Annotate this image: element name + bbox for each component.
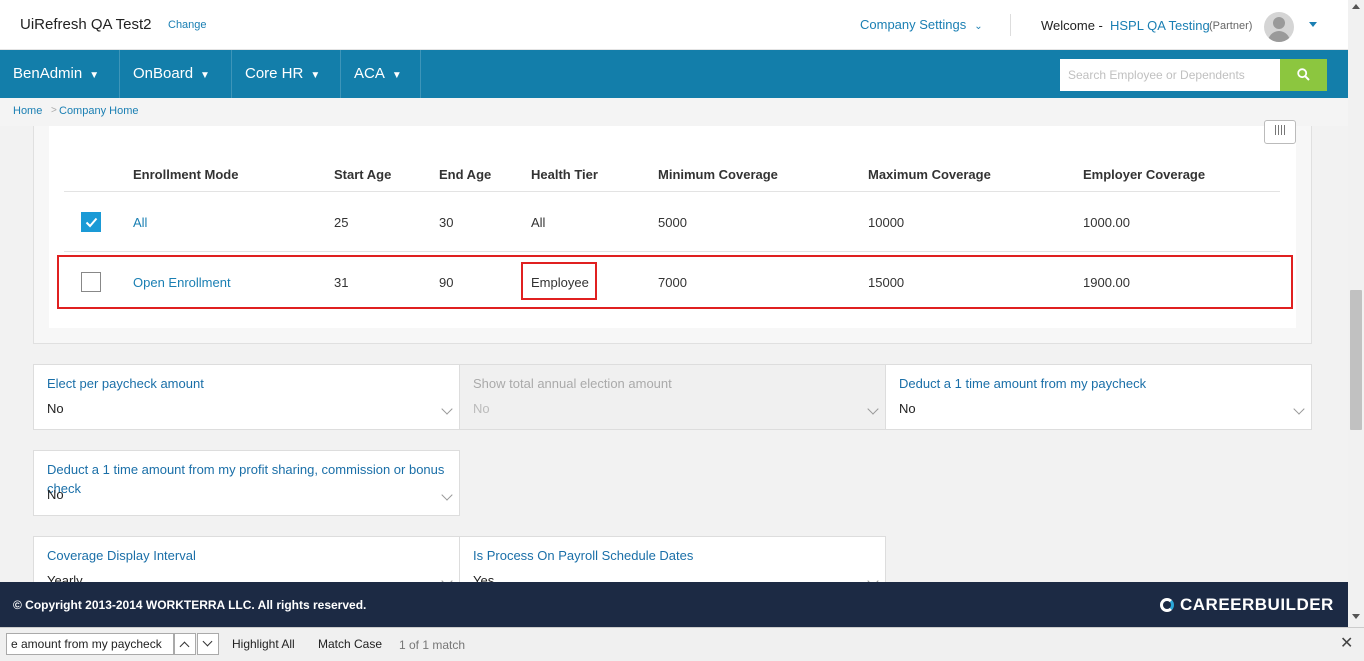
row-checkbox[interactable] xyxy=(81,212,101,232)
chevron-down-icon: ▼ xyxy=(200,70,210,81)
brand-name: CAREERBUILDER xyxy=(1180,595,1334,614)
chevron-down-icon xyxy=(867,403,879,415)
col-header-health-tier: Health Tier xyxy=(531,167,598,182)
breadcrumb: Home > Company Home xyxy=(0,98,1348,126)
scroll-up-icon[interactable] xyxy=(1352,4,1360,9)
employer-coverage-cell: 1000.00 xyxy=(1083,215,1130,230)
page-footer: © Copyright 2013-2014 WORKTERRA LLC. All… xyxy=(0,582,1348,627)
user-name-link[interactable]: HSPL QA Testing xyxy=(1110,18,1210,33)
company-name: UiRefresh QA Test2 xyxy=(20,16,152,33)
welcome-label: Welcome - xyxy=(1041,18,1103,33)
find-status: 1 of 1 match xyxy=(399,638,466,652)
chevron-down-icon: ⌄ xyxy=(974,21,983,32)
careerbuilder-logo: CAREERBUILDER xyxy=(1160,595,1334,615)
export-icon[interactable] xyxy=(1264,120,1296,144)
chevron-down-icon: ▼ xyxy=(391,70,402,81)
main-nav: BenAdmin ▼ OnBoard ▼ Core HR ▼ ACA ▼ xyxy=(0,50,1348,98)
page-scrollbar[interactable] xyxy=(1348,0,1364,627)
end-age-cell: 30 xyxy=(439,215,454,230)
col-header-employer-coverage: Employer Coverage xyxy=(1083,167,1206,182)
col-header-end-age: End Age xyxy=(439,167,492,182)
company-settings-menu[interactable]: Company Settings ⌄ xyxy=(860,17,983,32)
field-value: No xyxy=(47,487,64,502)
close-icon[interactable]: ✕ xyxy=(1340,636,1353,652)
chevron-down-icon: ▼ xyxy=(310,70,321,81)
nav-core-hr[interactable]: Core HR ▼ xyxy=(232,50,341,98)
field-label: Coverage Display Interval xyxy=(47,548,196,563)
nav-benadmin[interactable]: BenAdmin ▼ xyxy=(0,50,120,98)
deduct-one-time-profit-select[interactable]: Deduct a 1 time amount from my profit sh… xyxy=(33,450,460,516)
chevron-down-icon xyxy=(441,403,453,415)
nav-label: BenAdmin xyxy=(13,65,83,82)
show-total-annual-select: Show total annual election amount No xyxy=(459,364,886,430)
header-divider xyxy=(1010,14,1011,36)
highlight-all-toggle[interactable]: Highlight All xyxy=(232,637,295,651)
change-company-link[interactable]: Change xyxy=(168,19,207,31)
field-label: Elect per paycheck amount xyxy=(47,376,204,391)
breadcrumb-home[interactable]: Home xyxy=(13,105,42,117)
highlight-row-box xyxy=(57,255,1293,309)
chevron-down-icon xyxy=(1293,403,1305,415)
elect-per-paycheck-select[interactable]: Elect per paycheck amount No xyxy=(33,364,460,430)
careerbuilder-mark-icon xyxy=(1160,598,1174,612)
match-case-toggle[interactable]: Match Case xyxy=(318,637,382,651)
col-header-minimum-coverage: Minimum Coverage xyxy=(658,167,778,182)
top-header: UiRefresh QA Test2 Change Company Settin… xyxy=(0,0,1348,50)
chevron-up-icon xyxy=(179,641,190,652)
field-value: No xyxy=(473,401,490,416)
user-menu-caret-icon[interactable] xyxy=(1309,22,1317,27)
field-label: Is Process On Payroll Schedule Dates xyxy=(473,548,694,563)
max-coverage-cell: 10000 xyxy=(868,215,905,230)
nav-label: Core HR xyxy=(245,65,304,82)
user-role: (Partner) xyxy=(1209,20,1253,32)
table-header-divider xyxy=(64,191,1280,192)
deduct-one-time-paycheck-select[interactable]: Deduct a 1 time amount from my paycheck … xyxy=(885,364,1312,430)
copyright-text: © Copyright 2013-2014 WORKTERRA LLC. All… xyxy=(13,598,367,612)
start-age-cell: 25 xyxy=(334,215,349,230)
enrollment-mode-link[interactable]: All xyxy=(133,215,147,230)
scroll-down-icon[interactable] xyxy=(1352,614,1360,619)
highlight-cell-box xyxy=(521,262,597,300)
nav-aca[interactable]: ACA ▼ xyxy=(341,50,421,98)
min-coverage-cell: 5000 xyxy=(658,215,687,230)
find-bar: Highlight All Match Case 1 of 1 match ✕ xyxy=(0,627,1364,661)
col-header-enrollment-mode: Enrollment Mode xyxy=(133,167,239,182)
company-settings-label: Company Settings xyxy=(860,17,967,32)
field-label: Deduct a 1 time amount from my profit sh… xyxy=(47,462,445,496)
search-button[interactable] xyxy=(1280,59,1327,91)
chevron-down-icon: ▼ xyxy=(89,70,100,81)
chevron-down-icon xyxy=(202,636,213,647)
find-input[interactable] xyxy=(6,633,174,655)
find-next-button[interactable] xyxy=(197,633,219,655)
checkmark-icon xyxy=(85,217,98,228)
breadcrumb-company-home[interactable]: Company Home xyxy=(59,105,138,117)
find-previous-button[interactable] xyxy=(174,633,196,655)
scroll-thumb[interactable] xyxy=(1350,290,1362,430)
col-header-maximum-coverage: Maximum Coverage xyxy=(868,167,991,182)
row-divider xyxy=(64,251,1280,252)
col-header-start-age: Start Age xyxy=(334,167,392,182)
nav-label: OnBoard xyxy=(133,65,194,82)
field-value: No xyxy=(47,401,64,416)
field-value: No xyxy=(899,401,916,416)
field-label: Show total annual election amount xyxy=(473,376,672,391)
nav-onboard[interactable]: OnBoard ▼ xyxy=(120,50,232,98)
breadcrumb-separator: > xyxy=(51,105,57,116)
field-label: Deduct a 1 time amount from my paycheck xyxy=(899,376,1147,391)
avatar[interactable] xyxy=(1264,12,1294,42)
search-icon xyxy=(1297,68,1310,81)
search-input[interactable] xyxy=(1060,59,1280,91)
health-tier-cell: All xyxy=(531,215,546,230)
nav-label: ACA xyxy=(354,65,385,82)
